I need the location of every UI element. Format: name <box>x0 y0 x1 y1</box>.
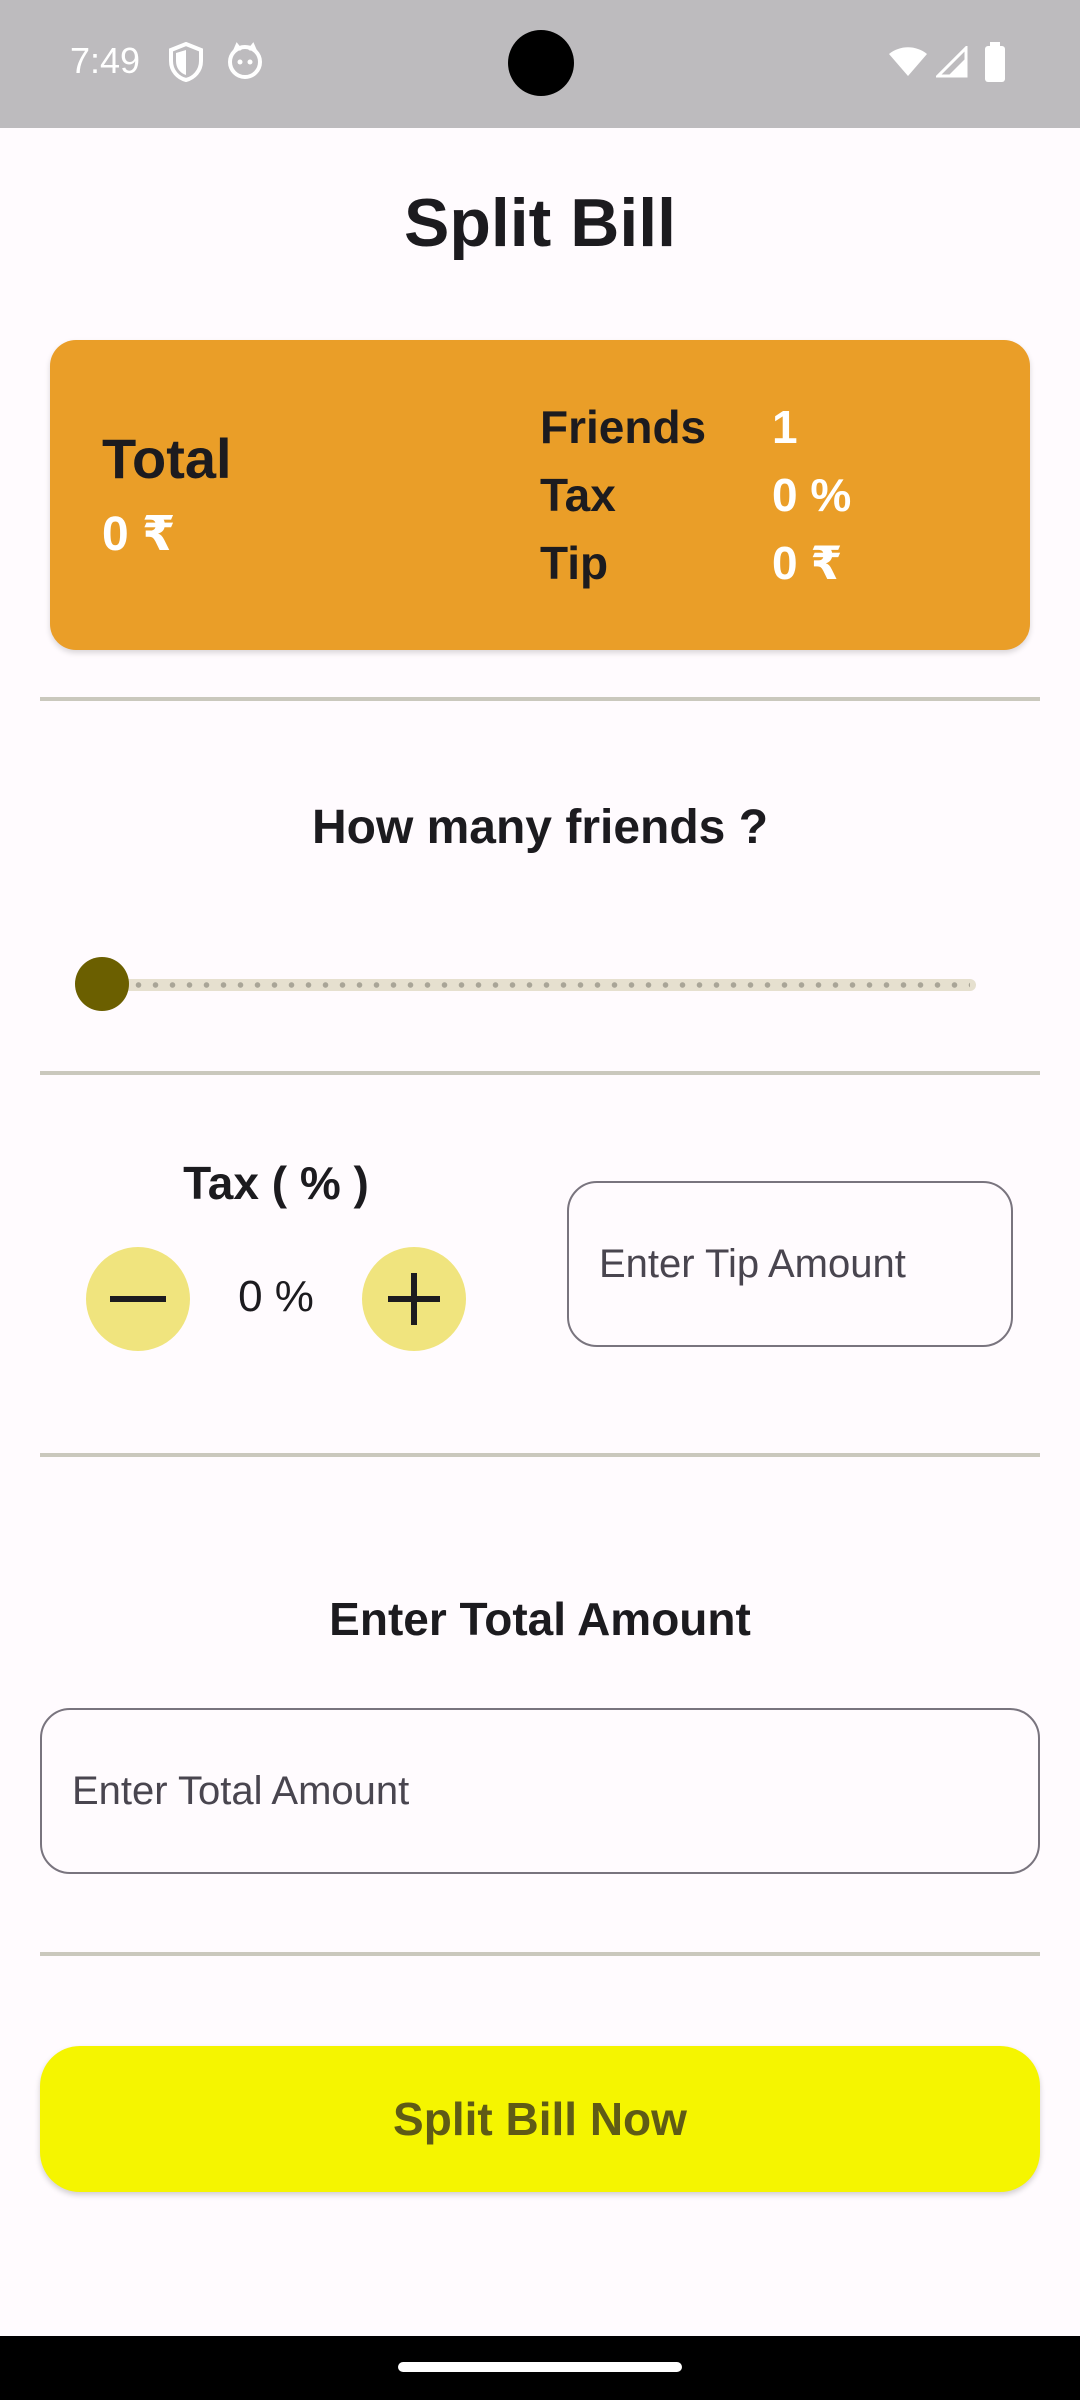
total-amount-input[interactable] <box>40 1708 1040 1874</box>
decrease-tax-button[interactable] <box>86 1247 190 1351</box>
tax-label: Tax <box>540 469 616 521</box>
increase-tax-button[interactable] <box>362 1247 466 1351</box>
divider <box>40 1071 1040 1075</box>
slider-tick-marks <box>130 982 970 988</box>
page-title: Split Bill <box>404 185 676 261</box>
slider-thumb[interactable] <box>75 957 129 1011</box>
battery-icon <box>984 42 1006 87</box>
divider <box>40 1952 1040 1956</box>
total-amount-heading: Enter Total Amount <box>329 1593 751 1645</box>
divider <box>40 1453 1040 1457</box>
status-time: 7:49 <box>70 40 141 81</box>
tax-heading: Tax ( % ) <box>183 1157 369 1209</box>
split-bill-button[interactable]: Split Bill Now <box>40 2046 1040 2192</box>
tip-amount-input[interactable] <box>567 1181 1013 1347</box>
home-gesture-handle[interactable] <box>398 2362 682 2372</box>
camera-cutout <box>508 30 574 96</box>
tip-label: Tip <box>540 537 609 589</box>
minus-icon <box>110 1296 166 1302</box>
status-bar: 7:49 <box>0 0 1080 128</box>
total-label: Total <box>102 427 232 490</box>
friends-label: Friends <box>540 401 707 453</box>
wifi-icon <box>888 46 928 83</box>
total-value: 0 ₹ <box>102 508 176 561</box>
shield-icon <box>168 41 204 87</box>
divider <box>40 697 1040 701</box>
cat-icon <box>226 42 264 85</box>
summary-card: Total 0 ₹ Friends 1 Tax 0 % Tip 0 ₹ <box>50 340 1030 650</box>
tax-value: 0 % <box>238 1272 314 1321</box>
friends-value: 1 <box>772 401 798 453</box>
friends-heading: How many friends ? <box>311 801 769 854</box>
plus-icon <box>388 1273 440 1325</box>
tax-summary-value: 0 % <box>772 469 852 521</box>
signal-icon <box>934 44 968 83</box>
tip-summary-value: 0 ₹ <box>772 537 843 589</box>
